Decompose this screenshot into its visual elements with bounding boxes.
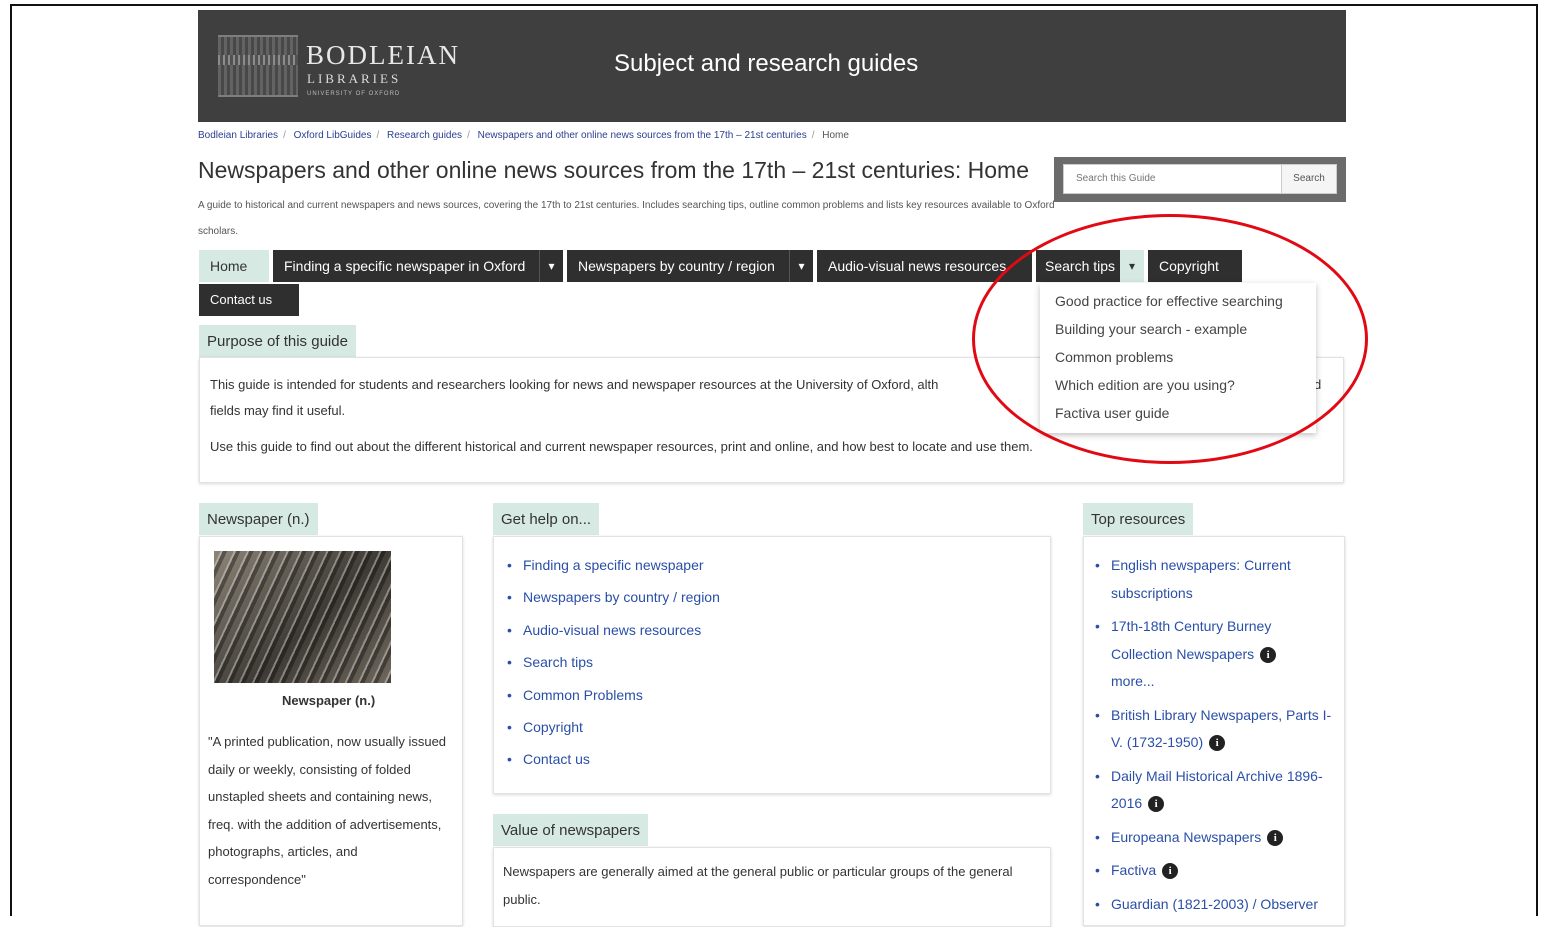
tab-label: Newspapers by country / region xyxy=(578,258,775,274)
resource-item: English newspapers: Current subscription… xyxy=(1095,552,1335,607)
help-link-audio-visual[interactable]: Audio-visual news resources xyxy=(507,617,1027,649)
search-input[interactable] xyxy=(1063,164,1282,194)
resource-item: 17th-18th Century Burney Collection News… xyxy=(1095,613,1335,696)
help-link-list: Finding a specific newspaper Newspapers … xyxy=(507,552,1027,779)
bodleian-logo-icon[interactable] xyxy=(218,35,298,97)
value-text: Newspapers are generally aimed at the ge… xyxy=(503,864,1013,907)
breadcrumb-separator: / xyxy=(283,130,286,141)
help-link-contact-us[interactable]: Contact us xyxy=(507,746,1027,778)
tab-finding-newspaper[interactable]: Finding a specific newspaper in Oxford ▾ xyxy=(273,250,563,282)
resource-item: British Library Newspapers, Parts I-V. (… xyxy=(1095,702,1335,757)
resource-link[interactable]: Guardian (1821-2003) / Observer xyxy=(1111,896,1318,912)
resource-item: Guardian (1821-2003) / Observer xyxy=(1095,891,1335,919)
info-icon[interactable]: i xyxy=(1209,735,1226,752)
page-description: A guide to historical and current newspa… xyxy=(198,200,1055,237)
breadcrumb-link[interactable]: Oxford LibGuides xyxy=(294,130,372,141)
value-heading: Value of newspapers xyxy=(493,814,648,846)
newspaper-heading: Newspaper (n.) xyxy=(199,503,318,535)
guide-search: Search xyxy=(1054,157,1346,202)
breadcrumb-separator: / xyxy=(376,130,380,141)
info-icon[interactable]: i xyxy=(1162,863,1179,880)
resource-link[interactable]: 17th-18th Century Burney Collection News… xyxy=(1111,618,1271,662)
breadcrumb-current: Home xyxy=(822,130,849,141)
resource-item: Daily Mail Historical Archive 1896-2016i xyxy=(1095,763,1335,818)
tab-home[interactable]: Home xyxy=(199,250,269,282)
breadcrumb-link[interactable]: Newspapers and other online news sources… xyxy=(478,130,807,141)
help-link-copyright[interactable]: Copyright xyxy=(507,714,1027,746)
help-link-search-tips[interactable]: Search tips xyxy=(507,649,1027,681)
breadcrumb-separator: / xyxy=(811,130,815,141)
info-icon[interactable]: i xyxy=(1267,829,1284,846)
annotation-ellipse xyxy=(972,214,1368,464)
top-resources-heading: Top resources xyxy=(1083,503,1194,535)
help-link-by-country[interactable]: Newspapers by country / region xyxy=(507,584,1027,616)
chevron-down-icon[interactable]: ▾ xyxy=(539,250,563,282)
site-title: Subject and research guides xyxy=(614,50,919,77)
breadcrumb: Bodleian Libraries / Oxford LibGuides / Re… xyxy=(198,130,849,141)
help-link-common-problems[interactable]: Common Problems xyxy=(507,682,1027,714)
tab-label: Audio-visual news resources xyxy=(828,258,1007,274)
newspaper-definition: "A printed publication, now usually issu… xyxy=(208,734,447,887)
info-icon[interactable]: i xyxy=(1260,646,1277,663)
tab-newspapers-by-country[interactable]: Newspapers by country / region ▾ xyxy=(567,250,813,282)
help-heading: Get help on... xyxy=(493,503,600,535)
resource-item: Europeana Newspapers i xyxy=(1095,824,1335,852)
help-link-finding-newspaper[interactable]: Finding a specific newspaper xyxy=(507,552,1027,584)
breadcrumb-link[interactable]: Bodleian Libraries xyxy=(198,130,278,141)
search-bar: Search xyxy=(1063,164,1337,194)
more-link[interactable]: more... xyxy=(1111,673,1155,689)
newspaper-image xyxy=(214,551,391,683)
logo-subtitle: LIBRARIES xyxy=(307,71,402,86)
breadcrumb-separator: / xyxy=(467,130,470,141)
tab-contact-us[interactable]: Contact us xyxy=(199,284,299,316)
resource-list: English newspapers: Current subscription… xyxy=(1095,552,1335,924)
tab-label: Home xyxy=(210,258,248,274)
purpose-text-line1-start: This guide is intended for students and … xyxy=(210,377,939,392)
search-button[interactable]: Search xyxy=(1282,164,1337,194)
resource-item: Factiva i xyxy=(1095,857,1335,885)
resource-link[interactable]: Daily Mail Historical Archive 1896-2016 xyxy=(1111,768,1323,812)
resource-link[interactable]: Europeana Newspapers xyxy=(1111,829,1261,845)
purpose-heading: Purpose of this guide xyxy=(199,325,356,357)
tab-label: Contact us xyxy=(210,292,273,307)
image-caption: Newspaper (n.) xyxy=(282,693,376,708)
resource-link[interactable]: Factiva xyxy=(1111,862,1156,878)
info-icon[interactable]: i xyxy=(1148,796,1165,813)
logo-wordmark[interactable]: BODLEIAN xyxy=(306,40,460,71)
tab-label: Finding a specific newspaper in Oxford xyxy=(284,258,526,274)
logo-tagline: UNIVERSITY OF OXFORD xyxy=(307,91,401,97)
page-title: Newspapers and other online news sources… xyxy=(198,157,1029,183)
resource-link[interactable]: English newspapers: Current subscription… xyxy=(1111,557,1291,601)
chevron-down-icon[interactable]: ▾ xyxy=(789,250,813,282)
breadcrumb-link[interactable]: Research guides xyxy=(387,130,462,141)
